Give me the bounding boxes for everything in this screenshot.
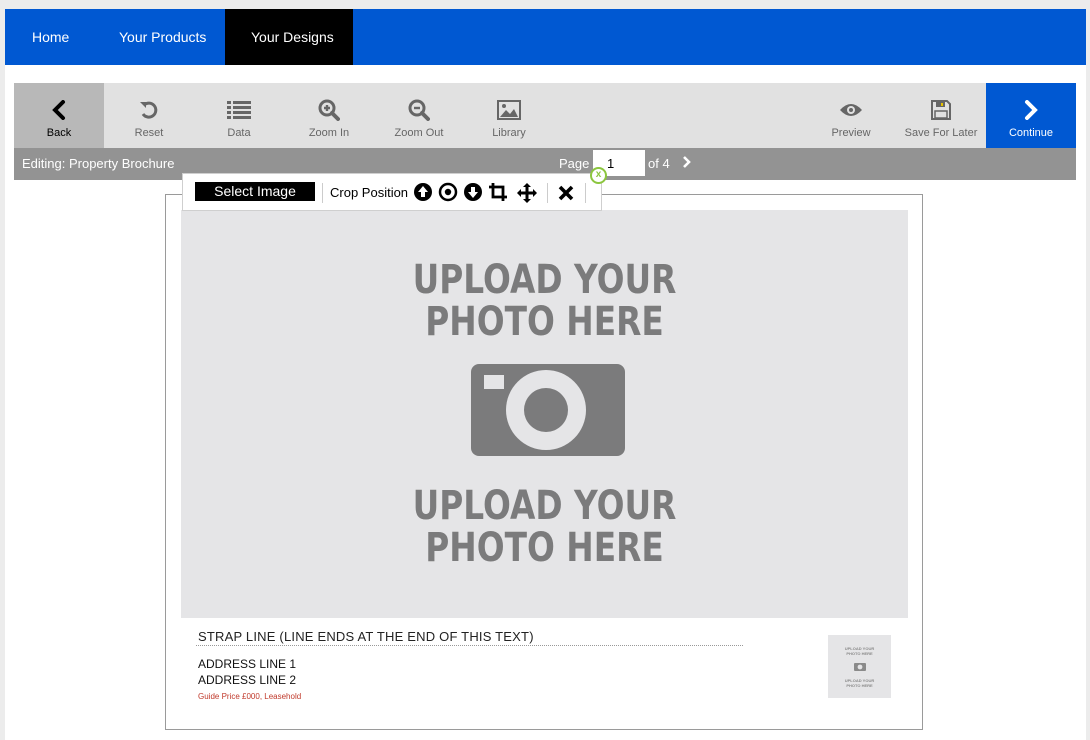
image-icon [497,95,521,125]
zoom-in-icon [318,95,340,125]
eye-icon [839,95,863,125]
photo-headline-top-2: PHOTO HERE [425,299,664,345]
back-button[interactable]: Back [14,83,104,148]
save-for-later-button[interactable]: Save For Later [896,83,986,148]
preview-button[interactable]: Preview [806,83,896,148]
top-navigation: Home Your Products Your Designs [5,9,1086,65]
photo-headline-top-1: UPLOAD YOUR [412,257,677,303]
zoom-out-button[interactable]: Zoom Out [374,83,464,148]
nav-home-label: Home [32,29,70,45]
photo-placeholder[interactable]: UPLOAD YOUR PHOTO HERE UPLOAD YOUR PHOTO… [181,210,908,618]
preview-label: Preview [831,127,871,139]
guide-price[interactable]: Guide Price £000, Leasehold [198,692,301,701]
save-for-later-label: Save For Later [904,127,978,139]
data-label: Data [227,127,251,139]
page-count: of 4 [648,156,670,171]
library-label: Library [492,127,526,139]
floppy-disk-icon [931,95,951,125]
divider [547,183,548,203]
thumbnail-photo-placeholder[interactable]: UPLOAD YOUR PHOTO HERE UPLOAD YOUR PHOTO… [828,635,891,698]
chevron-left-icon [51,95,67,125]
thumb-text-bottom: UPLOAD YOUR PHOTO HERE [844,677,875,688]
divider [585,183,586,203]
reset-button[interactable]: Reset [104,83,194,148]
thumb-text-top: UPLOAD YOUR PHOTO HERE [844,645,875,656]
editing-title: Editing: Property Brochure [22,156,175,171]
library-button[interactable]: Library [464,83,554,148]
crop-position-label: Crop Position [330,185,409,200]
data-button[interactable]: Data [194,83,284,148]
continue-label: Continue [1008,127,1054,139]
zoom-in-label: Zoom In [308,127,350,139]
close-editor-circle[interactable]: x [590,167,607,184]
chevron-right-icon [1023,95,1039,125]
page-label: Page [559,156,590,171]
dotted-divider [196,645,743,646]
close-icon[interactable] [558,185,574,206]
camera-icon [853,658,866,676]
zoom-out-icon [408,95,430,125]
strap-line[interactable]: STRAP LINE (LINE ENDS AT THE END OF THIS… [198,629,534,644]
photo-headline-bottom-1: UPLOAD YOUR [412,483,677,529]
nav-home[interactable]: Home [5,9,100,65]
zoom-out-label: Zoom Out [394,127,444,139]
arrow-down-circle-icon[interactable] [463,182,483,207]
address-line-1[interactable]: ADDRESS LINE 1 [198,657,296,671]
crop-icon[interactable] [488,182,508,207]
center-dot-icon[interactable] [438,182,458,207]
photo-headline-bottom-2: PHOTO HERE [425,525,664,571]
arrow-up-circle-icon[interactable] [413,182,433,207]
list-icon [227,95,251,125]
nav-your-products[interactable]: Your Products [100,9,225,65]
editor-toolbar: Back Reset Data Zoom In Zoom Out Library [14,83,1076,148]
next-page-icon[interactable] [682,155,692,174]
address-line-2[interactable]: ADDRESS LINE 2 [198,673,296,687]
camera-icon [471,364,625,461]
zoom-in-button[interactable]: Zoom In [284,83,374,148]
image-toolbar: Select Image Crop Position [182,173,602,211]
nav-your-designs-label: Your Designs [251,29,334,45]
continue-button[interactable]: Continue [986,83,1076,148]
undo-icon [138,95,160,125]
back-label: Back [46,127,72,139]
divider [322,183,323,203]
reset-label: Reset [134,127,164,139]
select-image-button[interactable]: Select Image [195,182,315,201]
nav-your-products-label: Your Products [119,29,207,45]
move-arrows-icon[interactable] [516,182,538,209]
nav-your-designs[interactable]: Your Designs [225,9,353,65]
